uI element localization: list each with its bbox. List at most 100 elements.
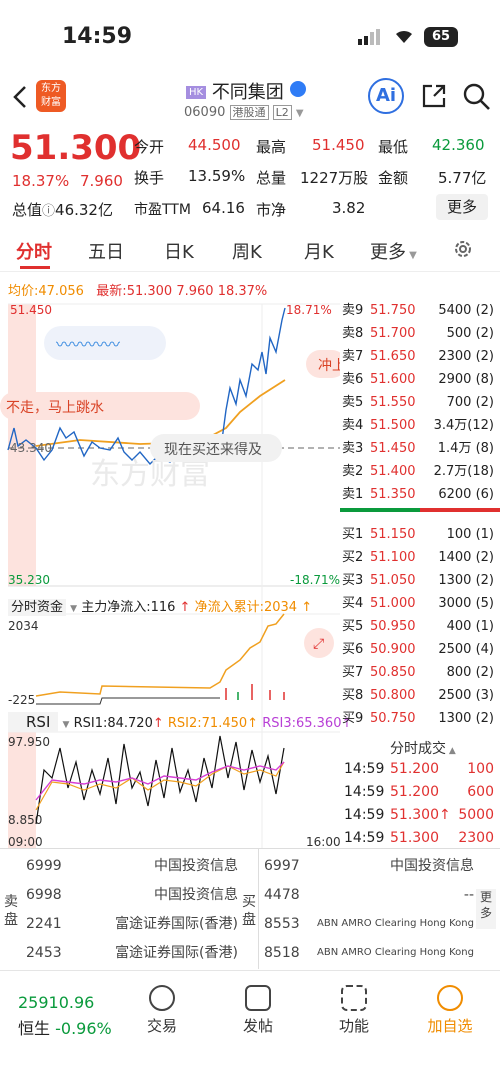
grid-icon [341,985,367,1011]
ai-button[interactable]: Ai [368,78,404,114]
active-tab-indicator [20,266,50,269]
low-label: 最低 [378,138,409,156]
search-icon[interactable] [462,82,492,112]
stock-code-line: 06090 港股通 L2 ▼ [184,104,304,120]
bid-row[interactable]: 买2 51.100 1400 (2) [340,547,500,569]
plus-icon [437,985,463,1011]
functions-button[interactable]: 功能 [314,985,394,1036]
open-label: 今开 [134,138,165,156]
pe-value: 64.16 [202,199,245,217]
index-line[interactable]: 恒生 -0.96% [18,1015,112,1039]
more-button[interactable]: 更多 [436,194,488,220]
rsi-selector[interactable]: RSI [8,712,59,732]
connect-tag: 港股通 [229,105,269,120]
bid-row[interactable]: 买3 51.050 1300 (2) [340,570,500,592]
ask-row[interactable]: 卖3 51.450 1.4万 (8) [340,438,500,460]
broker-row[interactable]: 6999 中国投资信息 [26,855,238,877]
bid-row[interactable]: 买8 50.800 2500 (3) [340,685,500,707]
intraday-chart[interactable]: 18.71% 51.450 35.230 -18.71% 43.340 东方财富… [0,300,340,848]
post-button[interactable]: 发帖 [218,985,298,1036]
back-icon[interactable] [10,84,30,110]
flow-legend: 分时资金 ▼ 主力净流入:116 ↑ 净流入累计:2034 ↑ [8,596,312,616]
bid-row[interactable]: 买7 50.850 800 (2) [340,662,500,684]
quote-panel: 51.300 18.37% 7.960 总值ⓘ46.32亿 今开 44.500 … [0,124,500,224]
broker-row[interactable]: 6997 中国投资信息 [264,855,474,877]
broker-more-button[interactable]: 更多 [476,889,496,929]
ask-row[interactable]: 卖9 51.750 5400 (2) [340,300,500,322]
chart-area: 均价:47.056 最新:51.300 7.960 18.37% 18.71% … [0,276,352,848]
pct-min-label: -18.71% [290,573,340,587]
ask-row[interactable]: 卖8 51.700 500 (2) [340,323,500,345]
rsi-top-label: 97.950 [8,735,50,749]
tick-row: 14:59 51.200 100 [344,761,494,777]
high-label: 最高 [256,138,287,156]
bid-row[interactable]: 买9 50.750 1300 (2) [340,708,500,730]
signal-icon [358,29,380,45]
flow-bars [225,684,285,700]
nav-bar: 东方 财富 HK 不同集团 06090 港股通 L2 ▼ Ai [0,72,500,124]
turnover-label: 换手 [134,169,165,187]
svg-text:⤢: ⤢ [313,636,324,652]
change-value: 7.960 [80,172,123,190]
danmaku-text-2: 现在买还来得及 [164,441,262,458]
bid-row[interactable]: 买5 50.950 400 (1) [340,616,500,638]
ticks-title[interactable]: 分时成交 ▲ [390,738,456,758]
tab-five-day[interactable]: 五日 [88,238,124,264]
yuan-icon [149,985,175,1011]
add-watchlist-button[interactable]: 加自选 [410,985,490,1036]
order-book: 卖9 51.750 5400 (2) 卖8 51.700 500 (2) 卖7 51.650 2… [340,300,500,848]
ask-row[interactable]: 卖6 51.600 2900 (8) [340,369,500,391]
pe-label: 市盈TTM [134,202,191,218]
flow-selector[interactable]: 分时资金 [8,599,67,616]
settings-icon[interactable] [452,238,474,260]
broker-queue: 卖盘 买盘 更多 6999 中国投资信息 6998 中国投资信息 2241 富途证券国际(… [0,848,500,969]
broker-row[interactable]: 8518 ABN AMRO Clearing Hong Kong [264,942,474,964]
change-percent: 18.37% [12,172,70,190]
ask-row[interactable]: 卖7 51.650 2300 (2) [340,346,500,368]
index-value[interactable]: 25910.96 [18,993,94,1012]
ask-row[interactable]: 卖1 51.350 6200 (6) [340,484,500,506]
low-value: 42.360 [432,136,485,154]
flow-bottom-label: -225 [8,693,35,707]
book-divider [340,508,500,512]
pct-max-label: 18.71% [286,303,332,317]
ask-row[interactable]: 卖5 51.550 700 (2) [340,392,500,414]
ask-row[interactable]: 卖2 51.400 2.7万(18) [340,461,500,483]
broker-row[interactable]: 2241 富途证券国际(香港) [26,913,238,935]
tab-monthly-k[interactable]: 月K [304,238,334,264]
bid-row[interactable]: 买1 51.150 100 (1) [340,524,500,546]
pb-label: 市净 [256,201,287,219]
flow-top-label: 2034 [8,619,39,633]
market-cap: 总值ⓘ46.32亿 [12,201,113,219]
tab-daily-k[interactable]: 日K [164,238,194,264]
tab-weekly-k[interactable]: 周K [232,238,262,264]
dropdown-icon[interactable]: ▼ [296,108,304,119]
app-logo: 东方 财富 [36,80,66,112]
verified-icon [289,81,306,97]
tick-row: 14:59 51.300 2300 [344,830,494,846]
trade-button[interactable]: 交易 [122,985,202,1036]
time-start-label: 09:00 [8,835,43,848]
flow-main-line [36,697,220,705]
tick-row: 14:59 51.200 600 [344,784,494,800]
preopen-band-rsi [8,732,36,848]
broker-row[interactable]: 6998 中国投资信息 [26,884,238,906]
stock-code: 06090 [184,105,226,120]
bid-row[interactable]: 买6 50.900 2500 (4) [340,639,500,661]
bid-row[interactable]: 买4 51.000 3000 (5) [340,593,500,615]
swim-emoji: 〰〰〰〰 [56,335,120,354]
stock-name: 不同集团 [211,82,284,103]
broker-row[interactable]: 8553 ABN AMRO Clearing Hong Kong [264,913,474,935]
edit-icon [245,985,271,1011]
sell-side-label: 卖盘 [4,894,18,928]
danmaku-text-3: 冲上 [318,358,340,374]
tab-intraday[interactable]: 分时 [16,238,52,264]
tab-more[interactable]: 更多 ▼ [370,238,417,264]
watermark: 东方财富 [90,457,210,492]
broker-row[interactable]: 4478 -- [264,884,474,906]
ask-row[interactable]: 卖4 51.500 3.4万(12) [340,415,500,437]
broker-row[interactable]: 2453 富途证券国际(香港) [26,942,238,964]
share-icon[interactable] [420,82,448,110]
volume-label: 总量 [256,169,287,187]
bottom-toolbar: 25910.96 恒生 -0.96% 交易 发帖 功能 加自选 [0,970,500,1083]
